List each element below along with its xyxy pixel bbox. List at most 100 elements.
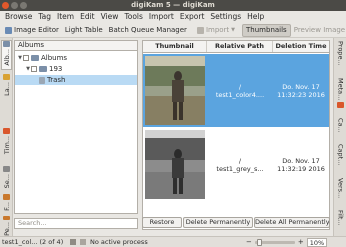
relative-path-cell: / test1_color4.... xyxy=(207,54,273,127)
menu-settings[interactable]: Settings xyxy=(207,11,244,23)
tab-metadata-label: Meta... xyxy=(336,78,345,101)
path-slash: / xyxy=(238,156,242,165)
tab-fuzzy[interactable]: F... xyxy=(1,194,12,216)
batch-queue-button[interactable]: Batch Queue Manager xyxy=(106,24,190,37)
tab-albums[interactable]: Alb... xyxy=(1,40,12,70)
tab-filters[interactable]: Filt... xyxy=(335,210,346,234)
search-icon xyxy=(3,166,10,172)
menubar: Browse Tag Item Edit View Tools Import E… xyxy=(0,11,346,23)
tab-calendar[interactable]: Ca... xyxy=(335,118,346,140)
menu-tools[interactable]: Tools xyxy=(121,11,145,23)
tab-people-label: Pe... xyxy=(2,222,11,236)
table-row[interactable]: / test1_grey_s... Do. Nov. 17 11:32:19 2… xyxy=(143,128,329,201)
import-icon xyxy=(196,26,204,34)
funnel-icon[interactable] xyxy=(80,239,86,245)
trash-action-buttons: Restore Delete Permanently Delete All Pe… xyxy=(142,217,330,228)
tree-node-193[interactable]: ▼ 193 xyxy=(25,64,135,74)
light-table-button[interactable]: Light Table xyxy=(62,24,106,37)
tab-labels-label: La... xyxy=(2,82,11,96)
menu-edit[interactable]: Edit xyxy=(77,11,98,23)
zoom-slider-handle[interactable] xyxy=(256,238,262,246)
menu-help[interactable]: Help xyxy=(244,11,267,23)
zoom-level-field[interactable]: 10% xyxy=(306,237,328,247)
status-bar: test1_col... (2 of 4) No active process … xyxy=(0,236,346,247)
column-relative-path[interactable]: Relative Path xyxy=(207,41,273,52)
zoom-out-icon[interactable]: − xyxy=(246,238,252,246)
tab-captions[interactable]: Capt... xyxy=(335,144,346,174)
label-icon xyxy=(3,74,10,80)
photo-thumbnail-grey xyxy=(145,130,205,199)
album-icon xyxy=(3,41,10,47)
path-slash: / xyxy=(238,82,242,91)
thumbnails-view-button[interactable]: Thumbnails xyxy=(242,23,291,37)
tree-node-albums[interactable]: ▼ Albums xyxy=(17,53,135,63)
batch-queue-label: Batch Queue Manager xyxy=(108,26,187,34)
column-deletion-time[interactable]: Deletion Time xyxy=(273,41,329,52)
deletion-date-text: Do. Nov. 17 xyxy=(282,82,320,91)
menu-browse[interactable]: Browse xyxy=(2,11,35,23)
album-panel-header: Albums xyxy=(14,40,138,51)
trash-table-header: Thumbnail Relative Path Deletion Time xyxy=(143,41,329,53)
deletion-time-text: 11:32:23 2016 xyxy=(277,90,325,99)
people-icon xyxy=(3,216,10,221)
import-button[interactable]: Import ▼ xyxy=(194,24,238,37)
album-tree[interactable]: ▼ Albums ▼ 193 Trash xyxy=(14,51,138,214)
import-label: Import xyxy=(205,26,230,34)
preview-image-button[interactable]: Preview Image xyxy=(291,24,346,37)
window-titlebar: digiKam 5 — digiKam xyxy=(0,0,346,11)
photo-thumbnail-color xyxy=(145,56,205,125)
menu-import[interactable]: Import xyxy=(146,11,177,23)
tab-timeline-label: Tim... xyxy=(2,136,11,155)
menu-item[interactable]: Item xyxy=(54,11,77,23)
tree-node-trash[interactable]: Trash xyxy=(15,75,137,85)
status-current-item: test1_col... (2 of 4) xyxy=(2,238,64,246)
image-editor-button[interactable]: Image Editor xyxy=(2,24,62,37)
chevron-down-icon: ▼ xyxy=(231,27,236,33)
tab-timeline[interactable]: Tim... xyxy=(1,128,12,162)
album-checkbox[interactable] xyxy=(23,55,29,61)
calendar-icon xyxy=(3,128,10,134)
tab-captions-label: Capt... xyxy=(336,144,345,166)
tree-node-trash-label: Trash xyxy=(47,76,66,84)
delete-permanently-button[interactable]: Delete Permanently xyxy=(183,217,253,228)
tab-search[interactable]: Se... xyxy=(1,166,12,190)
zoom-slider[interactable] xyxy=(254,238,295,246)
album-search-input[interactable]: Search... xyxy=(14,218,138,229)
left-sidebar-tabs: Alb... La... Tim... Se... F... Pe... xyxy=(0,38,13,236)
trash-view: Thumbnail Relative Path Deletion Time / xyxy=(142,40,330,230)
column-thumbnail[interactable]: Thumbnail xyxy=(143,41,207,52)
tab-search-label: Se... xyxy=(2,174,11,189)
album-panel: Albums ▼ Albums ▼ 193 Trash Search... xyxy=(14,40,138,230)
filter-icon[interactable] xyxy=(70,239,76,245)
image-editor-label: Image Editor xyxy=(14,26,59,34)
right-sidebar-tabs: Prope... Meta... Ca... Capt... Vers... F… xyxy=(333,38,346,236)
tab-properties[interactable]: Prope... xyxy=(335,41,346,75)
light-table-label: Light Table xyxy=(64,26,103,34)
album-checkbox[interactable] xyxy=(31,66,37,72)
tab-calendar-label: Ca... xyxy=(336,118,345,133)
delete-all-permanently-button[interactable]: Delete All Permanently xyxy=(254,217,330,228)
tab-labels[interactable]: La... xyxy=(1,74,12,104)
relative-path-text: test1_color4.... xyxy=(215,90,265,99)
tab-versions[interactable]: Vers... xyxy=(335,178,346,206)
zoom-in-icon[interactable]: + xyxy=(298,238,304,246)
tab-metadata[interactable]: Meta... xyxy=(335,78,346,114)
folder-icon xyxy=(39,66,47,72)
menu-tag[interactable]: Tag xyxy=(35,11,54,23)
tab-people[interactable]: Pe... xyxy=(1,216,12,236)
menu-view[interactable]: View xyxy=(98,11,122,23)
thumbnails-label: Thumbnails xyxy=(246,26,287,34)
deletion-time-cell: Do. Nov. 17 11:32:23 2016 xyxy=(273,54,329,127)
menu-export[interactable]: Export xyxy=(177,11,208,23)
image-editor-icon xyxy=(5,26,12,34)
relative-path-cell: / test1_grey_s... xyxy=(207,128,273,201)
preview-image-label: Preview Image xyxy=(293,26,346,34)
metadata-icon xyxy=(337,102,344,109)
window-title: digiKam 5 — digiKam xyxy=(131,1,215,9)
restore-button[interactable]: Restore xyxy=(142,217,182,228)
tab-fuzzy-label: F... xyxy=(2,202,11,211)
table-row[interactable]: / test1_color4.... Do. Nov. 17 11:32:23 … xyxy=(143,54,329,127)
tree-node-albums-label: Albums xyxy=(41,54,68,62)
fuzzy-search-icon xyxy=(3,194,10,200)
deletion-time-cell: Do. Nov. 17 11:32:19 2016 xyxy=(273,128,329,201)
